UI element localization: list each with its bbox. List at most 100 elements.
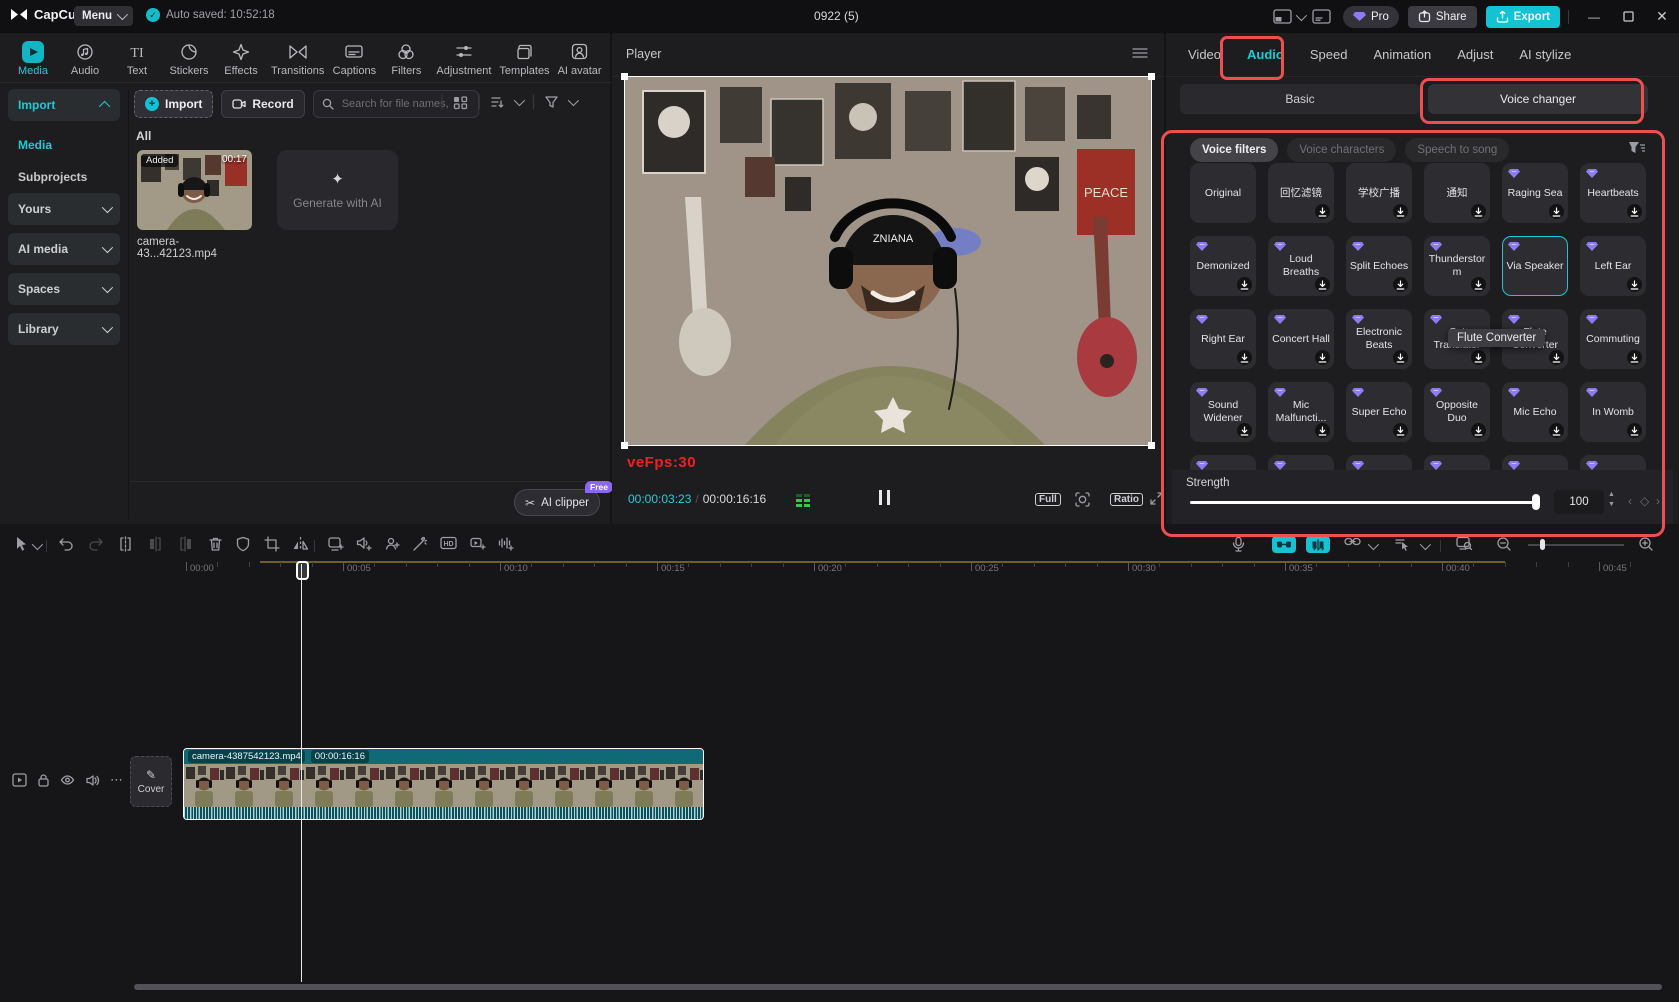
voice-filter-tile-1[interactable]: 回忆滤镜	[1268, 163, 1334, 223]
prev-keyframe-icon[interactable]: ‹	[1628, 494, 1632, 508]
timeline-ruler[interactable]: 00:0000:0500:1000:1500:2000:2500:3000:35…	[0, 560, 1679, 586]
ribbon-tab-captions[interactable]: Captions	[329, 41, 379, 77]
voice-filter-tile-3[interactable]: 通知	[1424, 163, 1490, 223]
panel-layout-icon[interactable]	[1312, 9, 1331, 24]
transform-handle[interactable]	[621, 73, 628, 80]
filter-icon[interactable]	[544, 95, 559, 109]
tab-animation[interactable]: Animation	[1373, 47, 1431, 62]
next-keyframe-icon[interactable]: ›	[1656, 494, 1660, 508]
zoom-out-icon[interactable]	[1496, 536, 1512, 552]
tab-video[interactable]: Video	[1188, 47, 1221, 62]
transform-handle[interactable]	[1148, 73, 1155, 80]
tab-adjust[interactable]: Adjust	[1457, 47, 1493, 62]
ribbon-tab-effects[interactable]: Effects	[216, 41, 266, 77]
tab-speed[interactable]: Speed	[1310, 47, 1348, 62]
audio-wave-icon[interactable]	[498, 536, 514, 551]
sidebar-item-library[interactable]: Library	[8, 313, 120, 345]
video-viewport[interactable]: PEACE ZNIANA	[625, 77, 1151, 445]
ribbon-tab-stickers[interactable]: Stickers	[164, 41, 214, 77]
record-voiceover-icon[interactable]	[1232, 536, 1245, 552]
ribbon-tab-text[interactable]: TIText	[112, 41, 162, 77]
voice-filter-tile-4[interactable]: Raging Sea	[1502, 163, 1568, 223]
generate-with-ai-card[interactable]: ✦ Generate with AI	[277, 150, 398, 230]
voice-filter-tile-5[interactable]: Heartbeats	[1580, 163, 1646, 223]
add-keyframe-icon[interactable]: ◇	[1640, 494, 1649, 508]
sort-icon[interactable]	[490, 95, 505, 109]
voice-filter-tile-19[interactable]: Mic Malfuncti...	[1268, 382, 1334, 442]
extract-audio-icon[interactable]	[356, 536, 372, 551]
mute-speaker-icon[interactable]	[85, 774, 100, 787]
voice-filter-tile-7[interactable]: Loud Breaths	[1268, 236, 1334, 296]
pro-button[interactable]: Pro	[1343, 6, 1399, 28]
ribbon-tab-media[interactable]: Media	[8, 41, 58, 77]
playhead-handle[interactable]	[296, 561, 309, 580]
ribbon-tab-templates[interactable]: Templates	[496, 41, 552, 77]
sidebar-item-subprojects[interactable]: Subprojects	[8, 161, 120, 193]
magic-wand-icon[interactable]	[412, 536, 428, 552]
timeline-scrollbar[interactable]	[134, 984, 1662, 990]
tab-audio[interactable]: Audio	[1247, 47, 1284, 62]
cover-button[interactable]: ✎ Cover	[130, 756, 172, 807]
strength-value[interactable]: 100	[1554, 490, 1604, 514]
select-tool-icon[interactable]	[14, 536, 29, 552]
strength-slider-handle[interactable]	[1532, 494, 1540, 510]
maximize-button[interactable]	[1611, 0, 1645, 33]
sort-chevron-icon[interactable]	[514, 95, 525, 106]
sidebar-item-media[interactable]: Media	[8, 129, 120, 161]
voice-filter-tile-13[interactable]: Concert Hall	[1268, 309, 1334, 369]
timeline-zoom-handle[interactable]	[1540, 539, 1545, 550]
ribbon-tab-audio[interactable]: Audio	[60, 41, 110, 77]
more-options-icon[interactable]: ⋯	[110, 772, 124, 788]
voice-filter-tile-17[interactable]: Commuting	[1580, 309, 1646, 369]
export-button[interactable]: Export	[1486, 6, 1560, 28]
filter-chevron-icon[interactable]	[568, 95, 579, 106]
ribbon-tab-transitions[interactable]: Transitions	[268, 41, 327, 77]
media-clip-card[interactable]: Added 00:17	[137, 150, 252, 230]
player-menu-icon[interactable]	[1132, 47, 1148, 59]
mark-icon[interactable]	[236, 536, 250, 552]
voice-filter-tile-22[interactable]: Mic Echo	[1502, 382, 1568, 442]
voice-filter-tile-23[interactable]: In Womb	[1580, 382, 1646, 442]
crop-icon[interactable]	[264, 536, 280, 552]
sidebar-item-spaces[interactable]: Spaces	[8, 273, 120, 305]
sidebar-item-ai-media[interactable]: AI media	[8, 233, 120, 265]
chevron-down-icon[interactable]	[1368, 539, 1379, 550]
voice-filter-tile-2[interactable]: 学校广播	[1346, 163, 1412, 223]
share-button[interactable]: Share	[1408, 6, 1477, 28]
pause-button[interactable]	[879, 490, 890, 505]
tab-voice-changer[interactable]: Voice changer	[1428, 84, 1648, 114]
voice-filter-tile-8[interactable]: Split Echoes	[1346, 236, 1412, 296]
undo-icon[interactable]	[58, 536, 74, 551]
transform-handle[interactable]	[1148, 442, 1155, 449]
ribbon-tab-ai-avatar[interactable]: AI avatar	[555, 41, 605, 77]
ribbon-tab-adjustment[interactable]: Adjustment	[433, 41, 494, 77]
auto-split-toggle-icon[interactable]	[1306, 536, 1330, 553]
chip-voice-filters[interactable]: Voice filters	[1190, 138, 1278, 162]
extract-person-icon[interactable]	[384, 536, 400, 551]
export-frame-icon[interactable]	[328, 536, 344, 551]
voice-filter-tile-12[interactable]: Right Ear	[1190, 309, 1256, 369]
voice-filter-tile-21[interactable]: Opposite Duo	[1424, 382, 1490, 442]
voice-filter-tile-11[interactable]: Left Ear	[1580, 236, 1646, 296]
full-screen-toggle[interactable]: Full	[1035, 493, 1061, 506]
sidebar-item-import[interactable]: Import	[8, 89, 120, 121]
focus-icon[interactable]	[1074, 491, 1091, 508]
record-button[interactable]: Record	[221, 90, 304, 118]
voice-filter-tile-6[interactable]: Demonized	[1190, 236, 1256, 296]
chip-speech-to-song[interactable]: Speech to song	[1405, 138, 1509, 162]
voice-filter-tile-20[interactable]: Super Echo	[1346, 382, 1412, 442]
split-right-icon[interactable]	[178, 536, 193, 552]
link-icon[interactable]	[1344, 536, 1361, 547]
hide-track-eye-icon[interactable]	[60, 774, 75, 786]
filter-funnel-icon[interactable]	[1628, 141, 1645, 156]
menu-button[interactable]: Menu	[74, 6, 133, 26]
hd-icon[interactable]: HD	[440, 536, 458, 550]
strength-stepper[interactable]: ▲▼	[1608, 490, 1615, 510]
mirror-icon[interactable]	[292, 536, 309, 551]
timeline-clip[interactable]: camera-4387542123.mp4 00:00:16:16	[183, 748, 704, 820]
export-clip-icon[interactable]	[470, 536, 486, 551]
chevron-down-icon[interactable]	[1420, 539, 1431, 550]
cursor-link-icon[interactable]	[1394, 536, 1410, 551]
voice-filter-tile-18[interactable]: Sound Widener	[1190, 382, 1256, 442]
layout-chevron-icon[interactable]	[1296, 9, 1307, 20]
